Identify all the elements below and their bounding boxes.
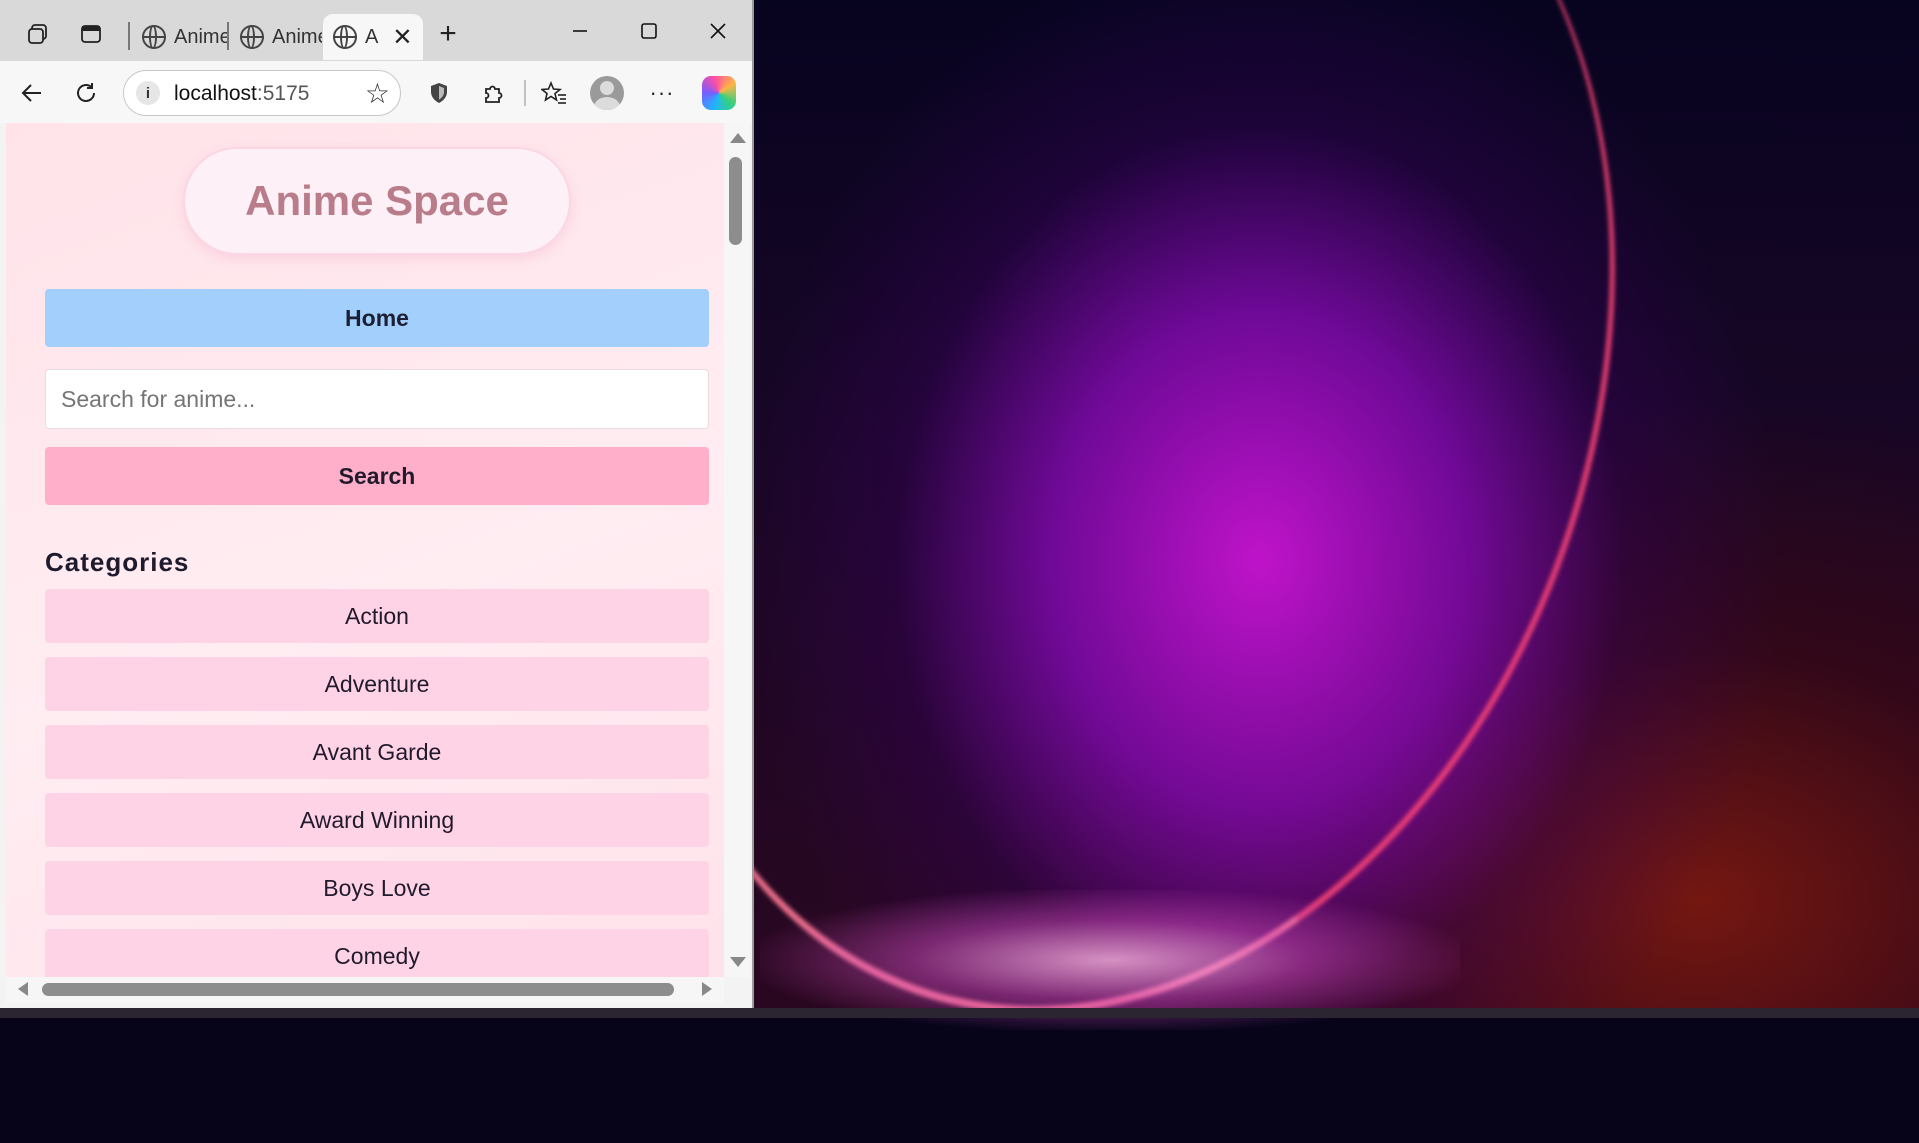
url-text: localhost:5175 (174, 82, 310, 105)
category-item-avant-garde[interactable]: Avant Garde (45, 725, 709, 779)
horizontal-scroll-thumb[interactable] (42, 983, 674, 996)
tab-1[interactable]: Anime (132, 14, 227, 60)
extensions-icon[interactable] (476, 75, 512, 111)
site-logo[interactable]: Anime Space (183, 147, 571, 255)
horizontal-scrollbar[interactable] (6, 977, 724, 1003)
category-item-adventure[interactable]: Adventure (45, 657, 709, 711)
shield-icon[interactable] (421, 75, 457, 111)
maximize-icon[interactable] (626, 12, 672, 50)
tab-3-label: A (365, 25, 379, 48)
category-item-boys-love[interactable]: Boys Love (45, 861, 709, 915)
scroll-up-arrow-icon[interactable] (730, 133, 746, 143)
minimize-icon[interactable] (557, 12, 603, 50)
tab-bar: Anime Anime A ✕ + (0, 0, 752, 61)
scroll-left-arrow-icon[interactable] (18, 982, 28, 996)
search-input[interactable] (45, 369, 709, 429)
tab-2-label: Anime (272, 25, 322, 48)
scroll-down-arrow-icon[interactable] (730, 957, 746, 967)
tab-3-active[interactable]: A ✕ (323, 14, 423, 60)
copilot-icon[interactable] (702, 76, 736, 110)
back-arrow-icon[interactable] (14, 75, 50, 111)
new-tab-icon[interactable]: + (432, 17, 464, 50)
globe-icon (240, 25, 264, 49)
home-button[interactable]: Home (45, 289, 709, 347)
categories-heading: Categories (45, 547, 190, 577)
reload-icon[interactable] (68, 75, 104, 111)
favorite-star-icon[interactable]: ☆ (365, 77, 390, 110)
close-window-icon[interactable] (695, 12, 741, 50)
tab-2[interactable]: Anime (230, 14, 322, 60)
more-options-icon[interactable]: ··· (644, 75, 680, 111)
category-item-action[interactable]: Action (45, 589, 709, 643)
browser-window: Anime Anime A ✕ + i local (0, 0, 754, 1008)
category-item-comedy[interactable]: Comedy (45, 929, 709, 977)
workspaces-icon[interactable] (22, 18, 54, 50)
vertical-scrollbar[interactable] (724, 123, 750, 977)
scroll-right-arrow-icon[interactable] (702, 982, 712, 996)
vertical-tabs-icon[interactable] (75, 18, 107, 50)
tab-separator (128, 22, 130, 50)
taskbar-edge (0, 1008, 1919, 1018)
toolbar-divider (524, 80, 526, 106)
tab-separator (227, 22, 229, 50)
site-logo-text: Anime Space (245, 177, 509, 224)
globe-icon (142, 25, 166, 49)
search-button[interactable]: Search (45, 447, 709, 505)
site-info-icon[interactable]: i (136, 81, 160, 105)
close-tab-icon[interactable]: ✕ (392, 23, 412, 52)
tab-1-label: Anime (174, 25, 227, 48)
favorites-icon[interactable] (536, 75, 572, 111)
profile-avatar-icon[interactable] (590, 76, 624, 110)
globe-icon (333, 25, 357, 49)
page-viewport: Anime Space Home Search Categories Actio… (6, 123, 724, 977)
vertical-scroll-thumb[interactable] (729, 157, 742, 245)
address-bar[interactable]: i localhost:5175 ☆ (123, 70, 401, 116)
category-item-award-winning[interactable]: Award Winning (45, 793, 709, 847)
